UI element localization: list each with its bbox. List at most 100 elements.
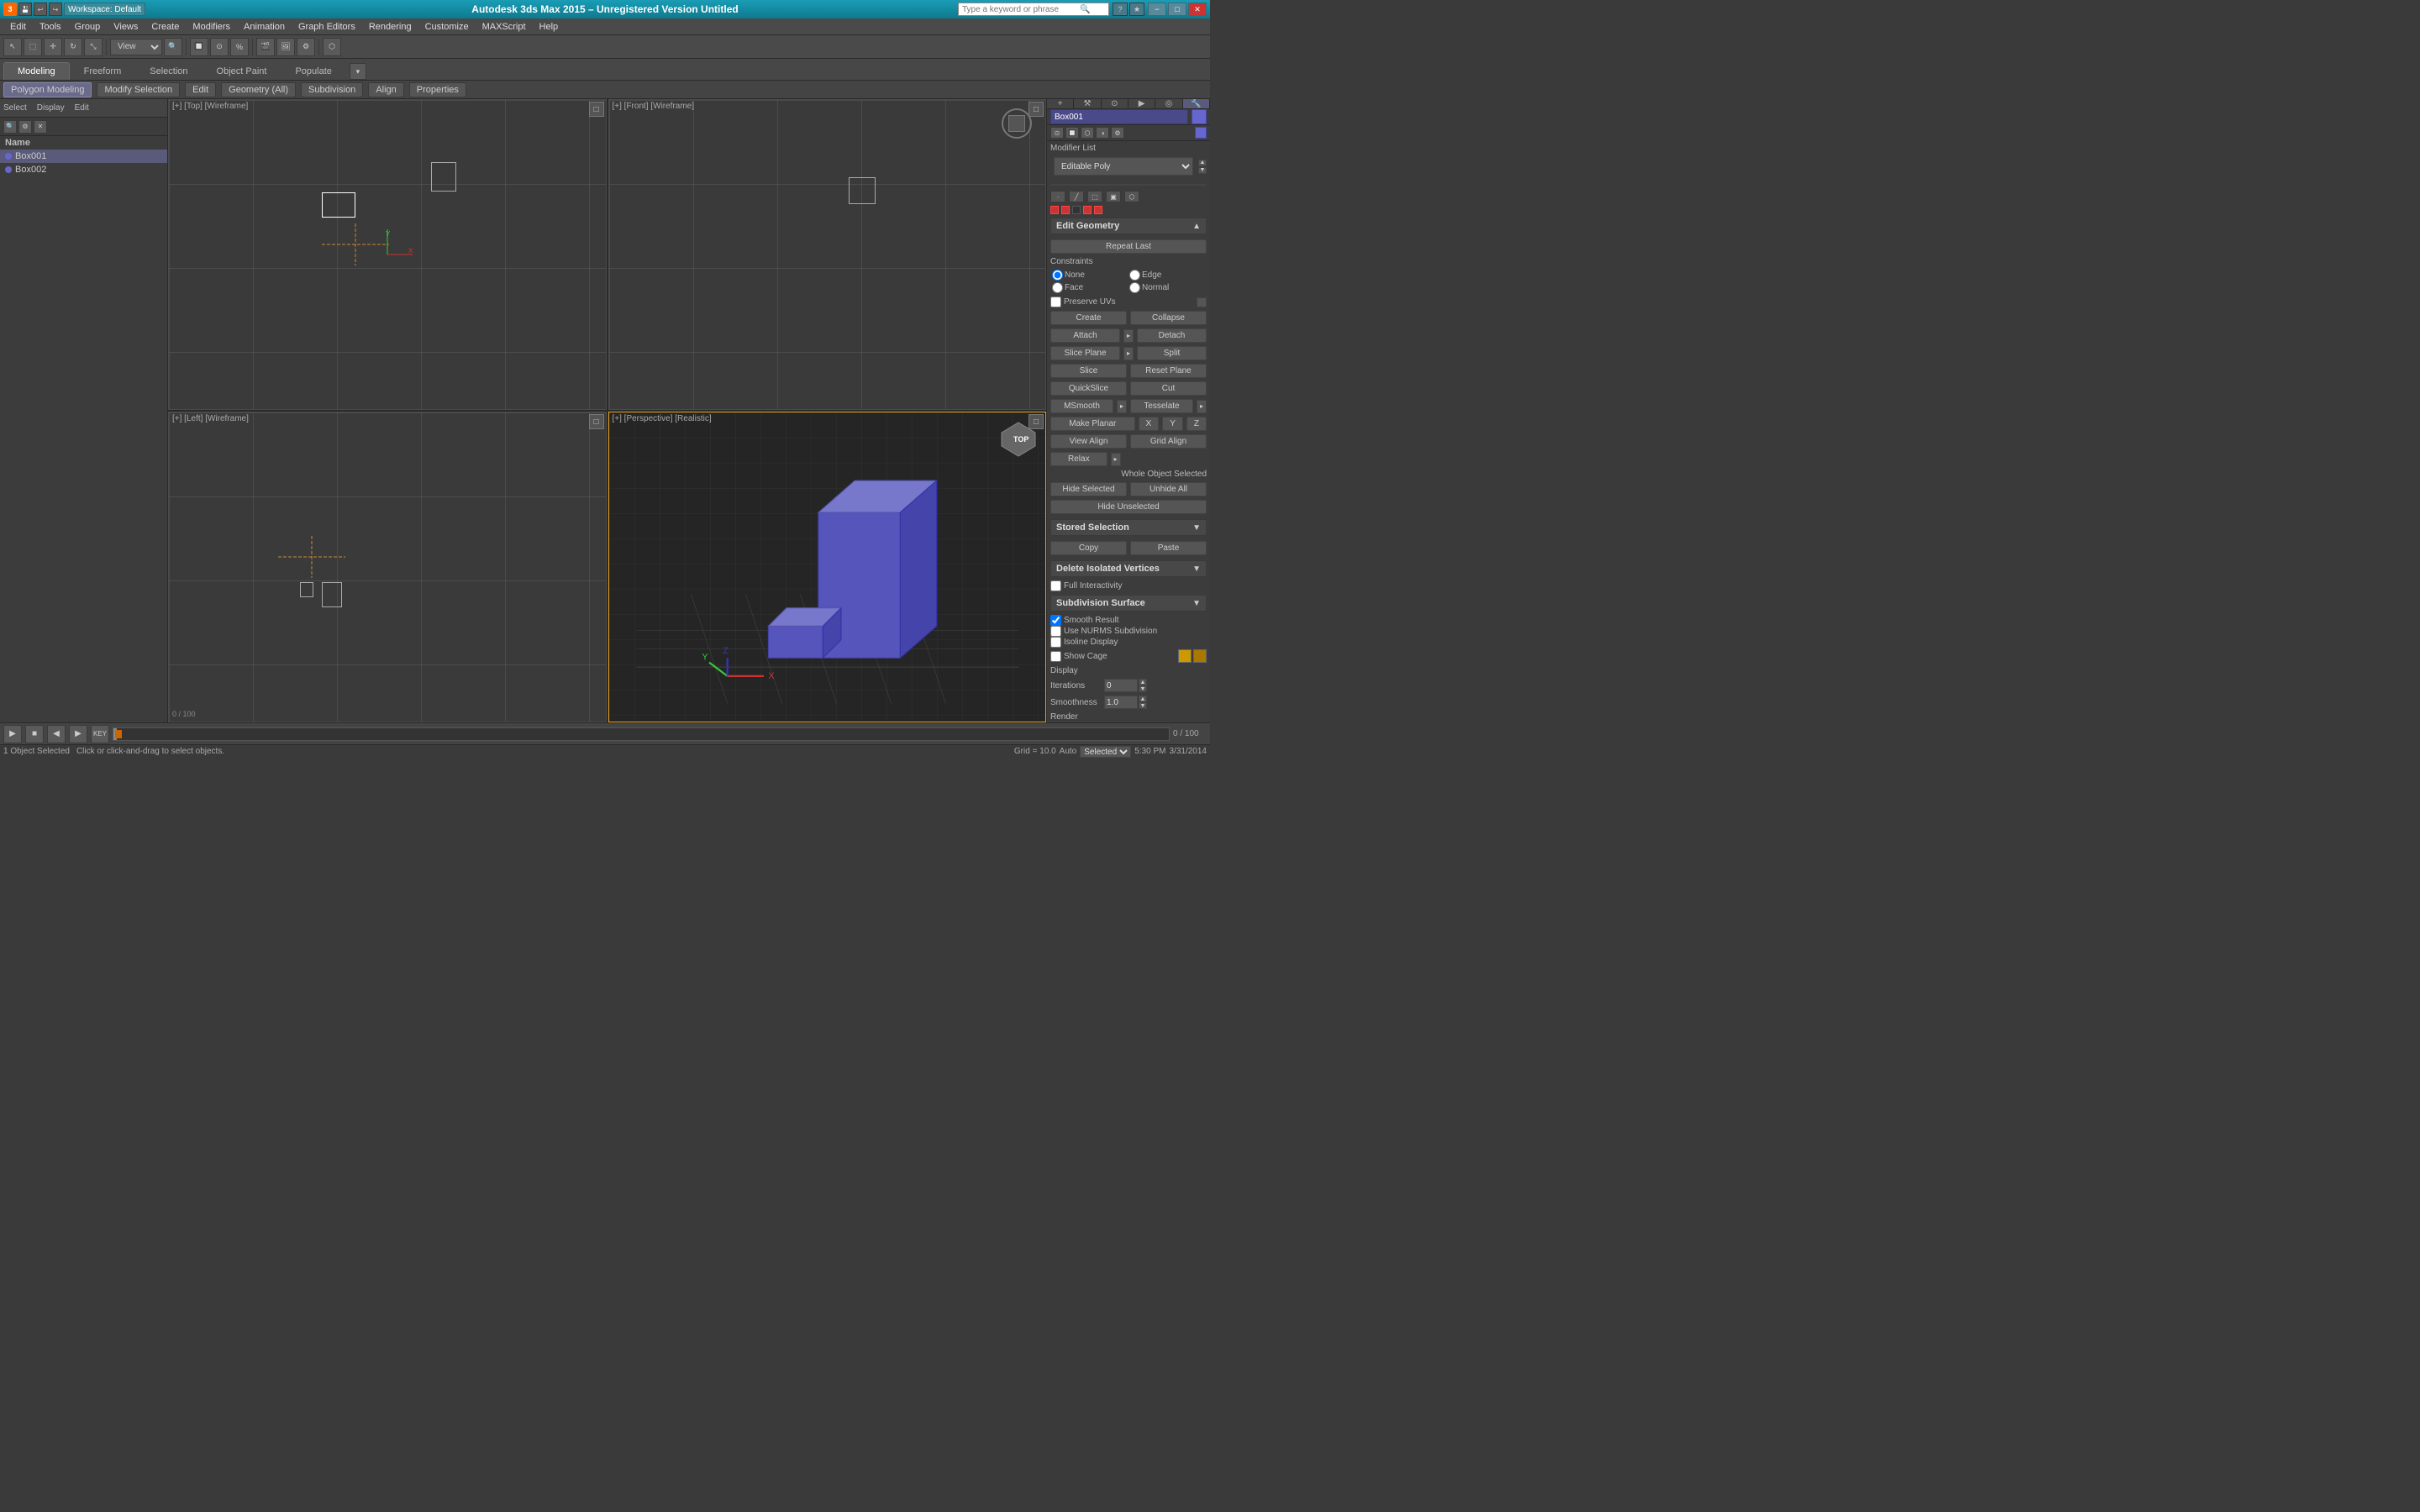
menu-tools[interactable]: Tools xyxy=(33,18,68,34)
render-btn[interactable]: 🎬 xyxy=(256,38,275,56)
sel-element-btn[interactable]: ⬡ xyxy=(1124,191,1139,202)
undo-btn[interactable]: ↩ xyxy=(34,3,47,16)
show-cage-label[interactable]: Show Cage xyxy=(1050,651,1107,662)
viewport-front-corner-btn[interactable]: □ xyxy=(1028,102,1044,117)
scene-settings-btn[interactable]: ⚙ xyxy=(18,120,32,134)
view-align-btn[interactable]: View Align xyxy=(1050,434,1127,449)
modifier-down-btn[interactable]: ▼ xyxy=(1198,167,1207,174)
select-region-btn[interactable]: ⬚ xyxy=(24,38,42,56)
help-search-btn[interactable]: ? xyxy=(1113,3,1128,16)
menu-edit[interactable]: Edit xyxy=(3,18,33,34)
iterations-up[interactable]: ▲ xyxy=(1139,679,1147,685)
scene-filter-btn[interactable]: 🔍 xyxy=(3,120,17,134)
cmd-tab-utilities[interactable]: 🔧 xyxy=(1183,99,1210,108)
cmd-tab-modify[interactable]: ⚒ xyxy=(1074,99,1101,108)
render-settings-btn[interactable]: ⚙ xyxy=(297,38,315,56)
sub-align[interactable]: Align xyxy=(368,82,403,97)
show-cage-checkbox[interactable] xyxy=(1050,651,1061,662)
panel-icon-2[interactable]: 🔲 xyxy=(1065,127,1079,139)
full-interactivity-checkbox[interactable] xyxy=(1050,580,1061,591)
iterations-input[interactable] xyxy=(1104,679,1138,692)
collapse-btn[interactable]: Collapse xyxy=(1130,311,1207,325)
constraint-face-radio[interactable] xyxy=(1052,282,1063,293)
viewport-top[interactable]: [+] [Top] [Wireframe] X Y □ xyxy=(168,99,607,410)
material-editor-btn[interactable]: ⬡ xyxy=(323,38,341,56)
display-label[interactable]: Display xyxy=(37,103,65,113)
obj-color-swatch[interactable] xyxy=(1192,109,1207,124)
attach-settings-btn[interactable]: ▸ xyxy=(1123,329,1134,343)
panel-icon-4[interactable]: ◑ xyxy=(1096,127,1109,139)
relax-settings-btn[interactable]: ▸ xyxy=(1111,453,1121,466)
stop-btn[interactable]: ■ xyxy=(25,725,44,743)
scene-close-btn[interactable]: ✕ xyxy=(34,120,47,134)
isoline-display-checkbox[interactable] xyxy=(1050,637,1061,648)
constraint-edge-radio[interactable] xyxy=(1129,270,1140,281)
scene-item-box002[interactable]: Box002 xyxy=(0,163,167,176)
grid-align-btn[interactable]: Grid Align xyxy=(1130,434,1207,449)
modifier-up-btn[interactable]: ▲ xyxy=(1198,160,1207,166)
sub-geometry[interactable]: Geometry (All) xyxy=(221,82,296,97)
menu-rendering[interactable]: Rendering xyxy=(362,18,418,34)
preserve-uvs-settings-btn[interactable] xyxy=(1197,297,1207,307)
scene-item-box001[interactable]: Box001 xyxy=(0,150,167,163)
tesselate-settings-btn[interactable]: ▸ xyxy=(1197,400,1207,413)
percent-snap-btn[interactable]: % xyxy=(230,38,249,56)
copy-btn[interactable]: Copy xyxy=(1050,541,1127,555)
cage-color-2[interactable] xyxy=(1193,649,1207,663)
workspace-dropdown[interactable]: Workspace: Default xyxy=(64,3,145,16)
quick-access-btn[interactable]: 💾 xyxy=(18,3,32,16)
cmd-tab-display[interactable]: ◎ xyxy=(1155,99,1182,108)
smooth-result-label[interactable]: Smooth Result xyxy=(1050,615,1207,626)
paste-btn[interactable]: Paste xyxy=(1130,541,1207,555)
mode-dropdown[interactable]: Selected xyxy=(1080,746,1131,758)
move-btn[interactable]: ✛ xyxy=(44,38,62,56)
menu-maxscript[interactable]: MAXScript xyxy=(476,18,533,34)
cage-color-1[interactable] xyxy=(1178,649,1192,663)
delete-isolated-header[interactable]: Delete Isolated Vertices ▼ xyxy=(1050,560,1207,577)
viewport-top-corner-btn[interactable]: □ xyxy=(589,102,604,117)
isoline-display-label[interactable]: Isoline Display xyxy=(1050,637,1207,648)
rotate-btn[interactable]: ↻ xyxy=(64,38,82,56)
smooth-result-checkbox[interactable] xyxy=(1050,615,1061,626)
obj-name-input[interactable] xyxy=(1050,109,1188,124)
panel-icon-5[interactable]: ⚙ xyxy=(1111,127,1124,139)
y-btn[interactable]: Y xyxy=(1162,417,1183,431)
sel-border-btn[interactable]: ⬚ xyxy=(1087,191,1102,202)
constraint-normal-radio[interactable] xyxy=(1129,282,1140,293)
reference-coord-dropdown[interactable]: View World Screen xyxy=(110,39,162,55)
key-mode-btn[interactable]: KEY xyxy=(91,725,109,743)
tab-populate[interactable]: Populate xyxy=(281,62,345,80)
modifier-dropdown[interactable]: Editable Poly xyxy=(1054,157,1193,176)
tab-freeform[interactable]: Freeform xyxy=(70,62,136,80)
sub-polygon-modeling[interactable]: Polygon Modeling xyxy=(3,82,92,97)
tab-selection[interactable]: Selection xyxy=(135,62,202,80)
preserve-uvs-label[interactable]: Preserve UVs xyxy=(1050,297,1116,307)
snap-btn[interactable]: 🔲 xyxy=(190,38,208,56)
quickslice-btn[interactable]: QuickSlice xyxy=(1050,381,1127,396)
tab-options-btn[interactable]: ▾ xyxy=(350,63,366,80)
menu-views[interactable]: Views xyxy=(107,18,145,34)
unhide-all-btn[interactable]: Unhide All xyxy=(1130,482,1207,496)
scale-btn[interactable]: ⤡ xyxy=(84,38,103,56)
cmd-tab-create[interactable]: + xyxy=(1047,99,1074,108)
hide-unselected-btn[interactable]: Hide Unselected xyxy=(1050,500,1207,514)
menu-graph-editors[interactable]: Graph Editors xyxy=(292,18,362,34)
prev-frame-btn[interactable]: ◀ xyxy=(47,725,66,743)
sel-poly-btn[interactable]: ▣ xyxy=(1106,191,1121,202)
constraint-edge[interactable]: Edge xyxy=(1129,270,1205,281)
msmooth-btn[interactable]: MSmooth xyxy=(1050,399,1113,413)
modifier-item-editable-poly[interactable]: Editable Poly xyxy=(1051,185,1206,186)
create-btn[interactable]: Create xyxy=(1050,311,1127,325)
relax-btn[interactable]: Relax xyxy=(1050,452,1107,466)
render-frame-btn[interactable]: 🖼 xyxy=(276,38,295,56)
iterations-down[interactable]: ▼ xyxy=(1139,685,1147,692)
use-nurms-label[interactable]: Use NURMS Subdivision xyxy=(1050,626,1207,637)
repeat-last-btn[interactable]: Repeat Last xyxy=(1050,239,1207,254)
redo-btn[interactable]: ↪ xyxy=(49,3,62,16)
split-settings-btn[interactable]: ▸ xyxy=(1123,347,1134,360)
close-btn[interactable]: ✕ xyxy=(1188,3,1207,16)
z-btn[interactable]: Z xyxy=(1186,417,1207,431)
constraint-face[interactable]: Face xyxy=(1052,282,1128,293)
slice-btn[interactable]: Slice xyxy=(1050,364,1127,378)
select-label[interactable]: Select xyxy=(3,103,27,113)
